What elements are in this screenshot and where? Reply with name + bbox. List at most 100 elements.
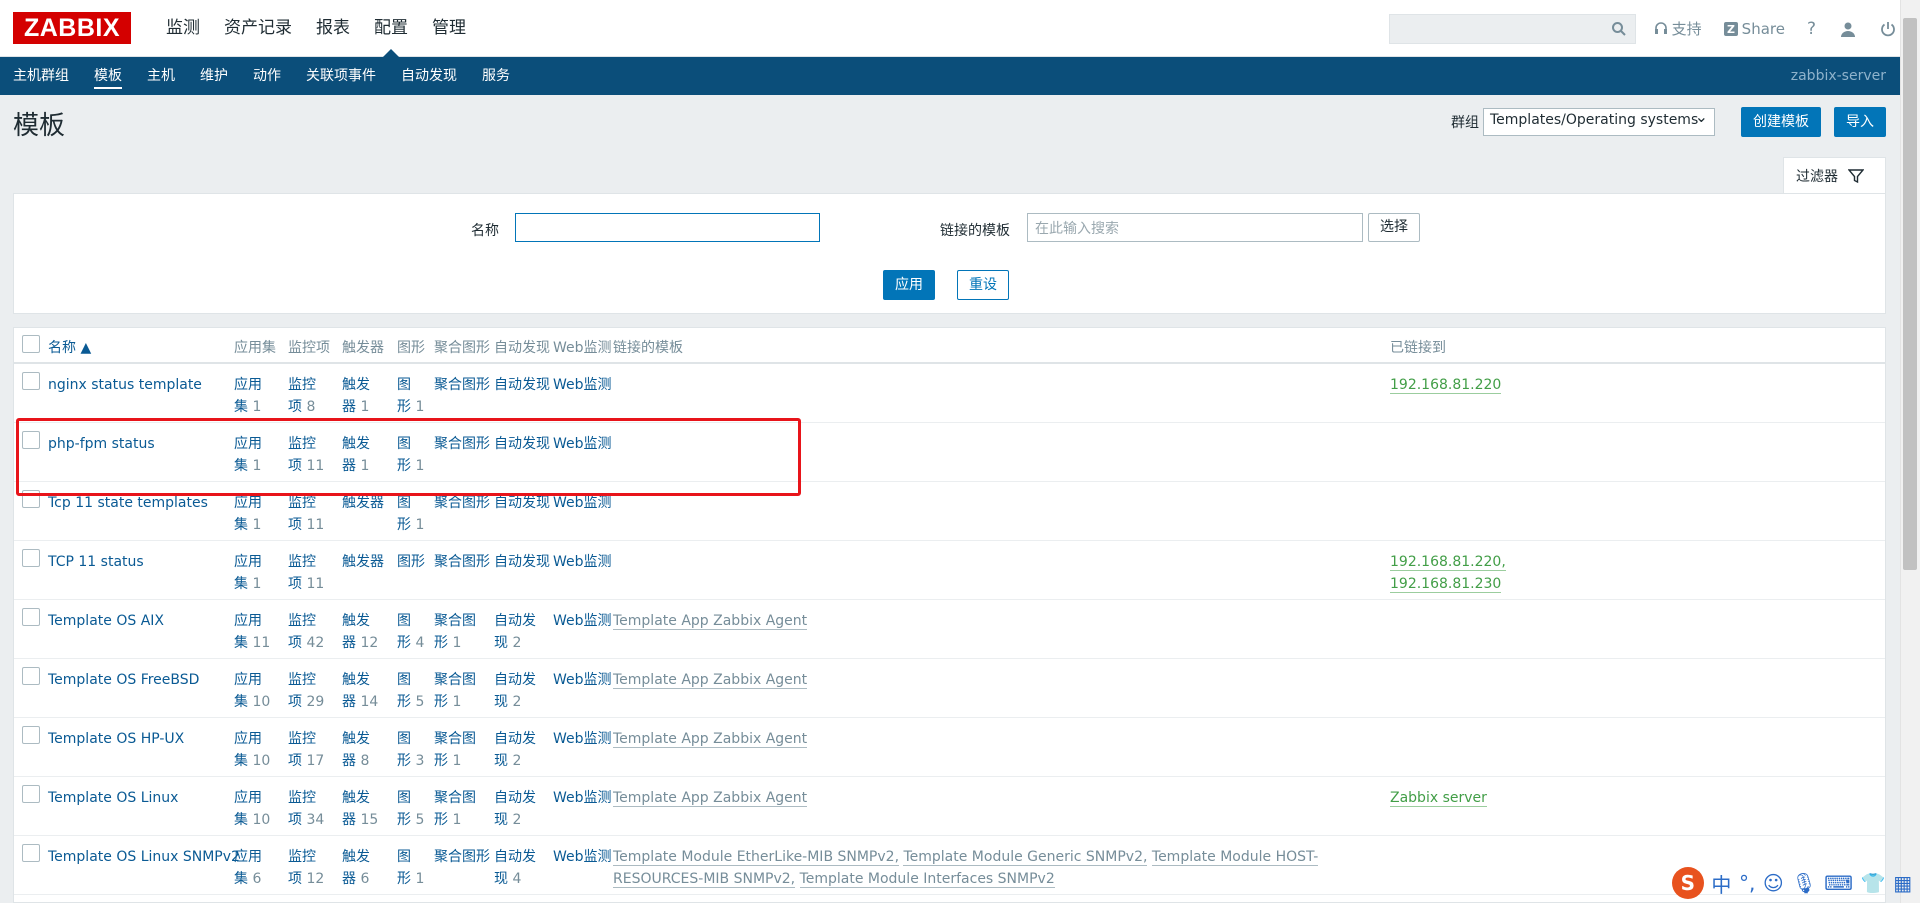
linked-template-link[interactable]: Template App Zabbix Agent (613, 790, 808, 807)
triggers-link-cont[interactable]: 器 (342, 635, 356, 651)
app-link[interactable]: 应用 (234, 672, 262, 688)
app-link-cont[interactable]: 集 (234, 517, 248, 533)
select-button[interactable]: 选择 (1368, 213, 1420, 242)
sub-nav-item[interactable]: 自动发现 (401, 57, 457, 95)
screens-link[interactable]: 聚合图 (434, 731, 476, 747)
sub-nav-item[interactable]: 动作 (253, 57, 281, 95)
discovery-link-cont[interactable]: 现 (494, 635, 508, 651)
main-nav-item[interactable]: 资产记录 (212, 0, 304, 57)
template-name-link[interactable]: Template OS AIX (48, 613, 164, 629)
ime-punctuation-toggle[interactable]: °, (1739, 871, 1755, 895)
screens-link-cont[interactable]: 形 (434, 635, 448, 651)
app-link[interactable]: 应用 (234, 495, 262, 511)
row-checkbox[interactable] (22, 726, 40, 744)
linked-template-link[interactable]: Template Module Generic SNMPv2, (903, 849, 1148, 866)
sub-nav-item[interactable]: 维护 (200, 57, 228, 95)
web-link[interactable]: Web监测 (553, 731, 612, 747)
ime-logo-icon[interactable]: S (1671, 867, 1704, 899)
screens-link-cont[interactable]: 形 (434, 694, 448, 710)
app-link[interactable]: 应用 (234, 613, 262, 629)
select-all-checkbox[interactable] (22, 335, 40, 353)
graphs-link[interactable]: 图形 (397, 554, 425, 570)
linked-host-link[interactable]: Zabbix server (1390, 790, 1487, 807)
discovery-link[interactable]: 自动发 (494, 790, 536, 806)
row-checkbox[interactable] (22, 549, 40, 567)
app-link[interactable]: 应用 (234, 790, 262, 806)
app-link-cont[interactable]: 集 (234, 576, 248, 592)
template-name-link[interactable]: Tcp 11 state templates (48, 495, 208, 511)
template-name-link[interactable]: Template OS Linux SNMPv2 (48, 849, 240, 865)
discovery-link-cont[interactable]: 现 (494, 871, 508, 887)
graphs-link[interactable]: 图 (397, 672, 411, 688)
triggers-link[interactable]: 触发器 (342, 495, 384, 511)
filter-tab[interactable]: 过滤器 (1783, 157, 1886, 193)
web-link[interactable]: Web监测 (553, 554, 612, 570)
search-icon[interactable] (1611, 21, 1627, 41)
graphs-link[interactable]: 图 (397, 849, 411, 865)
template-name-link[interactable]: Template OS HP-UX (48, 731, 184, 747)
ime-language-toggle[interactable]: 中 (1711, 869, 1731, 898)
web-link[interactable]: Web监测 (553, 672, 612, 688)
web-link[interactable]: Web监测 (553, 495, 612, 511)
triggers-link[interactable]: 触发 (342, 849, 370, 865)
triggers-link-cont[interactable]: 器 (342, 694, 356, 710)
items-link[interactable]: 监控 (288, 790, 316, 806)
items-link-cont[interactable]: 项 (288, 635, 302, 651)
linked-template-link[interactable]: Template App Zabbix Agent (613, 613, 808, 630)
app-link-cont[interactable]: 集 (234, 812, 248, 828)
support-link[interactable]: 支持 (1654, 18, 1702, 39)
items-link[interactable]: 监控 (288, 495, 316, 511)
app-link[interactable]: 应用 (234, 554, 262, 570)
graphs-link-cont[interactable]: 形 (397, 753, 411, 769)
page-scrollbar[interactable] (1900, 0, 1920, 903)
graphs-link[interactable]: 图 (397, 790, 411, 806)
app-link[interactable]: 应用 (234, 731, 262, 747)
group-select[interactable]: Templates/Operating systems (1483, 107, 1715, 136)
scrollbar-thumb[interactable] (1903, 18, 1917, 570)
filter-name-input[interactable] (515, 213, 820, 242)
discovery-link-cont[interactable]: 现 (494, 753, 508, 769)
items-link-cont[interactable]: 项 (288, 399, 302, 415)
linked-template-link[interactable]: Template App Zabbix Agent (613, 731, 808, 748)
items-link[interactable]: 监控 (288, 672, 316, 688)
app-link-cont[interactable]: 集 (234, 635, 248, 651)
graphs-link-cont[interactable]: 形 (397, 812, 411, 828)
graphs-link-cont[interactable]: 形 (397, 694, 411, 710)
screens-link[interactable]: 聚合图 (434, 613, 476, 629)
graphs-link-cont[interactable]: 形 (397, 517, 411, 533)
triggers-link-cont[interactable]: 器 (342, 812, 356, 828)
screens-link[interactable]: 聚合图形 (434, 377, 490, 393)
app-link-cont[interactable]: 集 (234, 871, 248, 887)
discovery-link[interactable]: 自动发现 (494, 495, 550, 511)
global-search-input[interactable] (1388, 13, 1636, 44)
row-checkbox[interactable] (22, 667, 40, 685)
triggers-link-cont[interactable]: 器 (342, 871, 356, 887)
items-link-cont[interactable]: 项 (288, 517, 302, 533)
user-profile-icon[interactable] (1840, 21, 1856, 37)
web-link[interactable]: Web监测 (553, 613, 612, 629)
toolbox-icon[interactable]: ▦ (1893, 871, 1912, 895)
screens-link-cont[interactable]: 形 (434, 753, 448, 769)
app-link-cont[interactable]: 集 (234, 399, 248, 415)
keyboard-icon[interactable]: ⌨ (1824, 871, 1853, 895)
discovery-link[interactable]: 自动发 (494, 613, 536, 629)
sub-nav-item[interactable]: 模板 (94, 57, 122, 95)
linked-host-link[interactable]: 192.168.81.220, (1390, 554, 1506, 571)
linked-template-link[interactable]: Template Module EtherLike-MIB SNMPv2, (613, 849, 900, 866)
linked-template-link[interactable]: Template Module Interfaces SNMPv2 (799, 871, 1055, 888)
screens-link-cont[interactable]: 形 (434, 812, 448, 828)
linked-host-link[interactable]: 192.168.81.220 (1390, 377, 1502, 394)
discovery-link-cont[interactable]: 现 (494, 812, 508, 828)
share-link[interactable]: Z Share (1723, 20, 1785, 38)
skin-icon[interactable]: 👕 (1861, 871, 1886, 895)
screens-link[interactable]: 聚合图形 (434, 554, 490, 570)
items-link[interactable]: 监控 (288, 613, 316, 629)
graphs-link[interactable]: 图 (397, 495, 411, 511)
sub-nav-item[interactable]: 关联项事件 (306, 57, 376, 95)
linked-host-link[interactable]: 192.168.81.230 (1390, 576, 1502, 593)
sub-nav-item[interactable]: 服务 (482, 57, 510, 95)
triggers-link[interactable]: 触发 (342, 672, 370, 688)
screens-link[interactable]: 聚合图形 (434, 495, 490, 511)
main-nav-item[interactable]: 监测 (154, 0, 212, 57)
triggers-link[interactable]: 触发 (342, 731, 370, 747)
